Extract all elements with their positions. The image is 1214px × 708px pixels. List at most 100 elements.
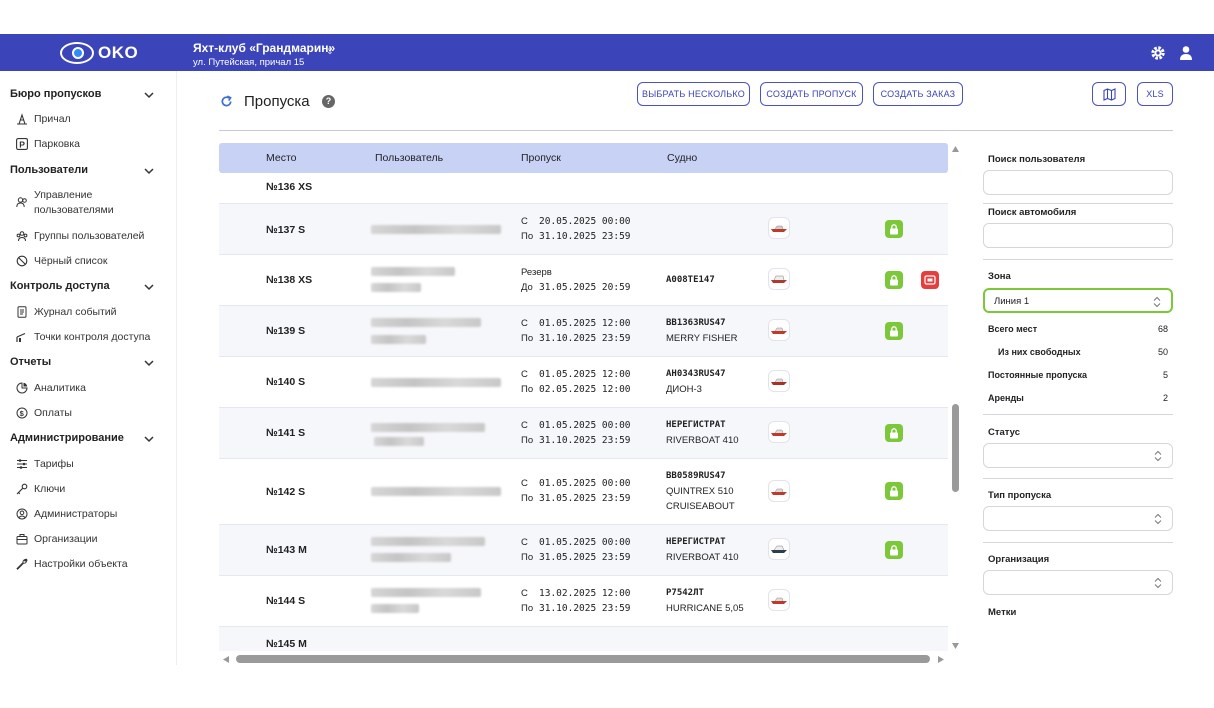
scroll-right-icon[interactable] (937, 655, 945, 664)
sidebar-item-user-management[interactable]: Управление пользователями (16, 188, 126, 218)
column-header-user[interactable]: Пользователь (375, 152, 443, 164)
eye-logo-icon (60, 42, 94, 64)
sidebar-item-administrators[interactable]: Администраторы (16, 507, 117, 522)
boat-icon[interactable] (768, 370, 790, 392)
blurred-user-name (371, 225, 501, 234)
car-search-input[interactable] (983, 223, 1173, 248)
table-row[interactable]: №138 XS Резерв До 31.05.2025 20:59 A008TE… (219, 255, 948, 306)
sidebar-section-access-control[interactable]: Контроль доступа (10, 280, 110, 292)
boat-icon[interactable] (768, 421, 790, 443)
vessel-info: P7542ЛТ HURRICANE 5,05 (666, 588, 744, 614)
lock-icon[interactable] (885, 541, 903, 559)
scroll-down-icon[interactable] (951, 642, 960, 650)
sidebar-item-analytics[interactable]: Аналитика (16, 381, 86, 396)
table-row[interactable]: №137 S С 20.05.2025 00:00 По 31.10.2025 23… (219, 204, 948, 255)
boat-icon[interactable] (768, 319, 790, 341)
sidebar-section-users[interactable]: Пользователи (10, 164, 88, 176)
gear-icon[interactable] (1149, 44, 1167, 62)
sidebar-item-label: Причал (34, 113, 71, 125)
logo[interactable]: OKO (60, 40, 138, 66)
sidebar-section-pass-bureau[interactable]: Бюро пропусков (10, 88, 101, 100)
lock-icon[interactable] (885, 322, 903, 340)
updown-chevron-icon[interactable]: ⇕ (326, 46, 334, 57)
pass-period: С 01.05.2025 00:00 По 31.05.2025 23:59 (521, 478, 631, 504)
sidebar-item-pier[interactable]: Причал (16, 112, 71, 127)
table-row[interactable]: №143 M С 01.05.2025 00:00 По 31.05.2025 23… (219, 525, 948, 576)
column-header-pass[interactable]: Пропуск (521, 152, 561, 164)
status-select[interactable] (983, 443, 1173, 468)
map-button[interactable] (1092, 82, 1126, 106)
club-selector[interactable]: Яхт-клуб «Грандмарин» ул. Путейская, при… (193, 41, 335, 68)
lock-icon[interactable] (885, 424, 903, 442)
sidebar-item-blacklist[interactable]: Чёрный список (16, 254, 107, 269)
sidebar-item-organizations[interactable]: Организации (16, 532, 98, 547)
car-search-label: Поиск автомобиля (988, 207, 1077, 218)
boat-icon[interactable] (768, 538, 790, 560)
boat-icon[interactable] (768, 268, 790, 290)
sidebar-item-keys[interactable]: Ключи (16, 482, 65, 497)
alert-badge-icon[interactable] (921, 271, 939, 289)
vertical-scrollbar[interactable] (951, 145, 960, 650)
table-row[interactable]: №140 S С 01.05.2025 12:00 По 02.05.2025 12… (219, 357, 948, 408)
create-pass-button[interactable]: СОЗДАТЬ ПРОПУСК (760, 82, 863, 106)
zone-label: Зона (988, 271, 1011, 282)
scroll-up-icon[interactable] (951, 145, 960, 153)
chevron-down-icon[interactable] (144, 90, 154, 100)
sidebar-item-event-log[interactable]: Журнал событий (16, 305, 117, 320)
place-cell: №138 XS (266, 274, 313, 286)
free-places-label: Из них свободных (998, 347, 1081, 357)
horizontal-scroll-thumb[interactable] (236, 655, 930, 663)
help-icon[interactable]: ? (322, 95, 335, 108)
access-point-icon (16, 332, 26, 342)
chevron-down-icon[interactable] (144, 166, 154, 176)
blurred-user-name (371, 378, 501, 387)
lock-icon[interactable] (885, 271, 903, 289)
table-row[interactable]: №145 M (219, 627, 948, 651)
sidebar-item-payments[interactable]: $ Оплаты (16, 406, 72, 421)
sidebar-item-label: Организации (34, 533, 98, 545)
chevron-down-icon[interactable] (144, 358, 154, 368)
vertical-scroll-thumb[interactable] (952, 404, 959, 492)
group-icon (16, 231, 28, 242)
lock-icon[interactable] (885, 482, 903, 500)
select-many-button[interactable]: ВЫБРАТЬ НЕСКОЛЬКО (637, 82, 750, 106)
pass-period: С 13.02.2025 12:00 По 31.10.2025 23:59 (521, 588, 631, 614)
chevron-down-icon[interactable] (144, 282, 154, 292)
pass-type-label: Тип пропуска (988, 490, 1052, 501)
parking-icon: P (16, 138, 28, 150)
user-search-input[interactable] (983, 170, 1173, 195)
sidebar-item-access-points[interactable]: Точки контроля доступа (16, 330, 150, 345)
boat-icon[interactable] (768, 480, 790, 502)
zone-select[interactable]: Линия 1 (983, 288, 1173, 313)
boat-icon[interactable] (768, 217, 790, 239)
sidebar-section-administration[interactable]: Администрирование (10, 432, 124, 444)
scroll-left-icon[interactable] (222, 655, 230, 664)
chevron-down-icon[interactable] (144, 434, 154, 444)
table-row[interactable]: №142 S С 01.05.2025 00:00 По 31.05.2025 23… (219, 459, 948, 525)
sidebar-item-tariffs[interactable]: Тарифы (16, 457, 74, 472)
sidebar-section-reports[interactable]: Отчеты (10, 356, 51, 368)
table-row[interactable]: №139 S С 01.05.2025 12:00 По 31.10.2025 23… (219, 306, 948, 357)
divider (983, 259, 1173, 260)
sidebar-item-label: Чёрный список (34, 255, 108, 267)
table-row[interactable]: №136 XS (219, 173, 948, 204)
create-order-button[interactable]: СОЗДАТЬ ЗАКАЗ (873, 82, 963, 106)
xls-export-button[interactable]: XLS (1137, 82, 1173, 106)
top-whitespace (0, 0, 1214, 34)
user-profile-icon[interactable] (1177, 44, 1195, 62)
user-search-label: Поиск пользователя (988, 154, 1086, 165)
lock-icon[interactable] (885, 220, 903, 238)
sidebar-item-parking[interactable]: P Парковка (16, 137, 80, 152)
column-header-vessel[interactable]: Судно (667, 152, 697, 164)
sidebar-item-label: Оплаты (34, 407, 72, 419)
organization-label: Организация (988, 554, 1050, 565)
table-row[interactable]: №144 S С 13.02.2025 12:00 По 31.10.2025 23… (219, 576, 948, 627)
refresh-icon[interactable] (220, 95, 233, 108)
sidebar-item-object-settings[interactable]: Настройки объекта (16, 557, 128, 572)
pass-type-select[interactable] (983, 506, 1173, 531)
sidebar-item-user-groups[interactable]: Группы пользователей (16, 229, 144, 244)
column-header-place[interactable]: Место (266, 152, 297, 164)
table-row[interactable]: №141 S С 01.05.2025 00:00 По 31.10.2025 23… (219, 408, 948, 459)
organization-select[interactable] (983, 570, 1173, 595)
boat-icon[interactable] (768, 589, 790, 611)
